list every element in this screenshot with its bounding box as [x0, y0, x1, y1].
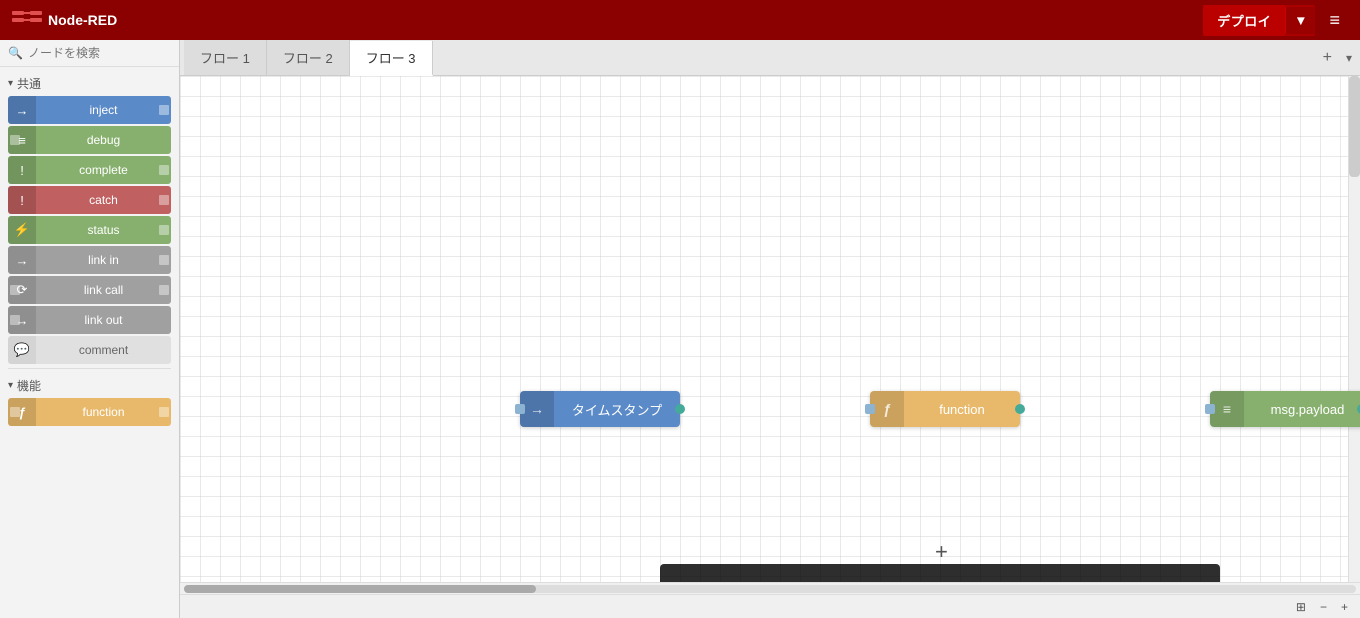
- section-common-header[interactable]: ▾ 共通: [0, 71, 179, 94]
- node-comment-icon: 💬: [8, 336, 36, 364]
- hscroll-thumb[interactable]: [184, 585, 536, 593]
- zoom-in-button[interactable]: +: [1337, 598, 1352, 616]
- node-complete-sidebar[interactable]: ! complete: [8, 156, 171, 184]
- search-input[interactable]: [28, 46, 171, 60]
- search-box: 🔍: [0, 40, 179, 67]
- canvas[interactable]: → タイムスタンプ ƒ function ≡ msg.payload ≡ +: [180, 76, 1360, 582]
- node-comment-label: comment: [36, 343, 171, 357]
- logo-icon: [12, 9, 42, 31]
- add-tab-button[interactable]: +: [1317, 49, 1338, 67]
- status-right-port: [159, 225, 169, 235]
- debug-left-port: [10, 135, 20, 145]
- vertical-scrollbar[interactable]: [1348, 76, 1360, 582]
- node-comment-sidebar[interactable]: 💬 comment: [8, 336, 171, 364]
- node-linkout-label: link out: [36, 313, 171, 327]
- complete-right-port: [159, 165, 169, 175]
- logo: Node-RED: [12, 9, 117, 31]
- node-debug-label: debug: [36, 133, 171, 147]
- tab-flow2[interactable]: フロー 2: [267, 40, 350, 75]
- msgpayload-canvas-icon: ≡: [1210, 391, 1244, 427]
- function-canvas-icon: ƒ: [870, 391, 904, 427]
- catch-right-port: [159, 195, 169, 205]
- header: Node-RED デプロイ ▼ ≡: [0, 0, 1360, 40]
- tabs-bar: フロー 1 フロー 2 フロー 3 + ▾: [180, 40, 1360, 76]
- node-linkin-label: link in: [36, 253, 171, 267]
- sidebar: 🔍 ▾ 共通 → inject ≡ debug !: [0, 40, 180, 618]
- node-catch-sidebar[interactable]: ! catch: [8, 186, 171, 214]
- header-left: Node-RED: [12, 9, 117, 31]
- inject-right-port-canvas: [675, 404, 685, 414]
- function-left-port-canvas: [865, 404, 875, 414]
- function-right-port-sidebar: [159, 407, 169, 417]
- node-linkout-sidebar[interactable]: → link out: [8, 306, 171, 334]
- node-linkin-icon: →: [8, 246, 36, 274]
- node-catch-icon: !: [8, 186, 36, 214]
- tab-flow2-label: フロー 2: [283, 48, 333, 67]
- node-complete-label: complete: [36, 163, 171, 177]
- nodes-list: ▾ 共通 → inject ≡ debug ! complete: [0, 67, 179, 618]
- hscroll-track[interactable]: [184, 585, 1356, 593]
- node-linkcall-sidebar[interactable]: ⟳ link call: [8, 276, 171, 304]
- linkout-left-port: [10, 315, 20, 325]
- node-status-icon: ⚡: [8, 216, 36, 244]
- linkcall-left-port: [10, 285, 20, 295]
- deploy-main-button[interactable]: デプロイ: [1203, 5, 1285, 36]
- layout-icon-button[interactable]: ⊞: [1292, 598, 1310, 616]
- header-right: デプロイ ▼ ≡: [1203, 5, 1348, 36]
- node-inject-sidebar[interactable]: → inject: [8, 96, 171, 124]
- linkcall-right-port: [159, 285, 169, 295]
- node-inject-icon: →: [8, 96, 36, 124]
- tooltip-overlay: ポート（灰色の四角）にマウスを重ね: [660, 564, 1220, 582]
- section-divider: [8, 368, 171, 369]
- section-function-header[interactable]: ▾ 機能: [0, 373, 179, 396]
- tab-dropdown-button[interactable]: ▾: [1342, 51, 1356, 65]
- inject-canvas-label: タイムスタンプ: [554, 400, 680, 419]
- function-left-port-sidebar: [10, 407, 20, 417]
- section-common-chevron: ▾: [8, 78, 13, 89]
- deploy-dropdown-button[interactable]: ▼: [1285, 7, 1315, 34]
- deploy-button[interactable]: デプロイ ▼: [1203, 5, 1315, 36]
- node-linkcall-label: link call: [36, 283, 171, 297]
- function-canvas-label: function: [904, 402, 1020, 417]
- plus-cursor: +: [935, 539, 948, 565]
- node-inject-label: inject: [36, 103, 171, 117]
- node-complete-icon: !: [8, 156, 36, 184]
- vscroll-thumb[interactable]: [1349, 76, 1360, 177]
- msgpayload-left-port: [1205, 404, 1215, 414]
- tab-flow3[interactable]: フロー 3: [350, 41, 433, 76]
- zoom-out-button[interactable]: −: [1316, 598, 1331, 616]
- app-title: Node-RED: [48, 12, 117, 28]
- node-debug-sidebar[interactable]: ≡ debug: [8, 126, 171, 154]
- msgpayload-canvas-label: msg.payload: [1244, 402, 1360, 417]
- inject-canvas-icon: →: [520, 391, 554, 427]
- canvas-node-msgpayload[interactable]: ≡ msg.payload ≡: [1210, 391, 1360, 427]
- node-catch-label: catch: [36, 193, 171, 207]
- inject-left-port: [515, 404, 525, 414]
- horizontal-scrollbar[interactable]: [180, 582, 1360, 594]
- canvas-node-inject[interactable]: → タイムスタンプ: [520, 391, 680, 427]
- section-function-label: 機能: [17, 377, 41, 394]
- tab-flow3-label: フロー 3: [366, 48, 416, 67]
- node-function-label: function: [36, 405, 171, 419]
- linkin-right-port: [159, 255, 169, 265]
- function-right-port-canvas: [1015, 404, 1025, 414]
- node-status-sidebar[interactable]: ⚡ status: [8, 216, 171, 244]
- search-icon: 🔍: [8, 46, 23, 60]
- canvas-node-function[interactable]: ƒ function: [870, 391, 1020, 427]
- node-function-sidebar[interactable]: ƒ function: [8, 398, 171, 426]
- node-linkin-sidebar[interactable]: → link in: [8, 246, 171, 274]
- hamburger-menu-button[interactable]: ≡: [1321, 6, 1348, 35]
- section-function-chevron: ▾: [8, 380, 13, 391]
- inject-right-port: [159, 105, 169, 115]
- node-status-label: status: [36, 223, 171, 237]
- section-common-label: 共通: [17, 75, 41, 92]
- tabs-right: + ▾: [1317, 49, 1356, 67]
- content-area: フロー 1 フロー 2 フロー 3 + ▾ → タイムスタンプ: [180, 40, 1360, 618]
- bottom-toolbar: ⊞ − +: [180, 594, 1360, 618]
- tab-flow1-label: フロー 1: [200, 48, 250, 67]
- tab-flow1[interactable]: フロー 1: [184, 40, 267, 75]
- main-layout: 🔍 ▾ 共通 → inject ≡ debug !: [0, 40, 1360, 618]
